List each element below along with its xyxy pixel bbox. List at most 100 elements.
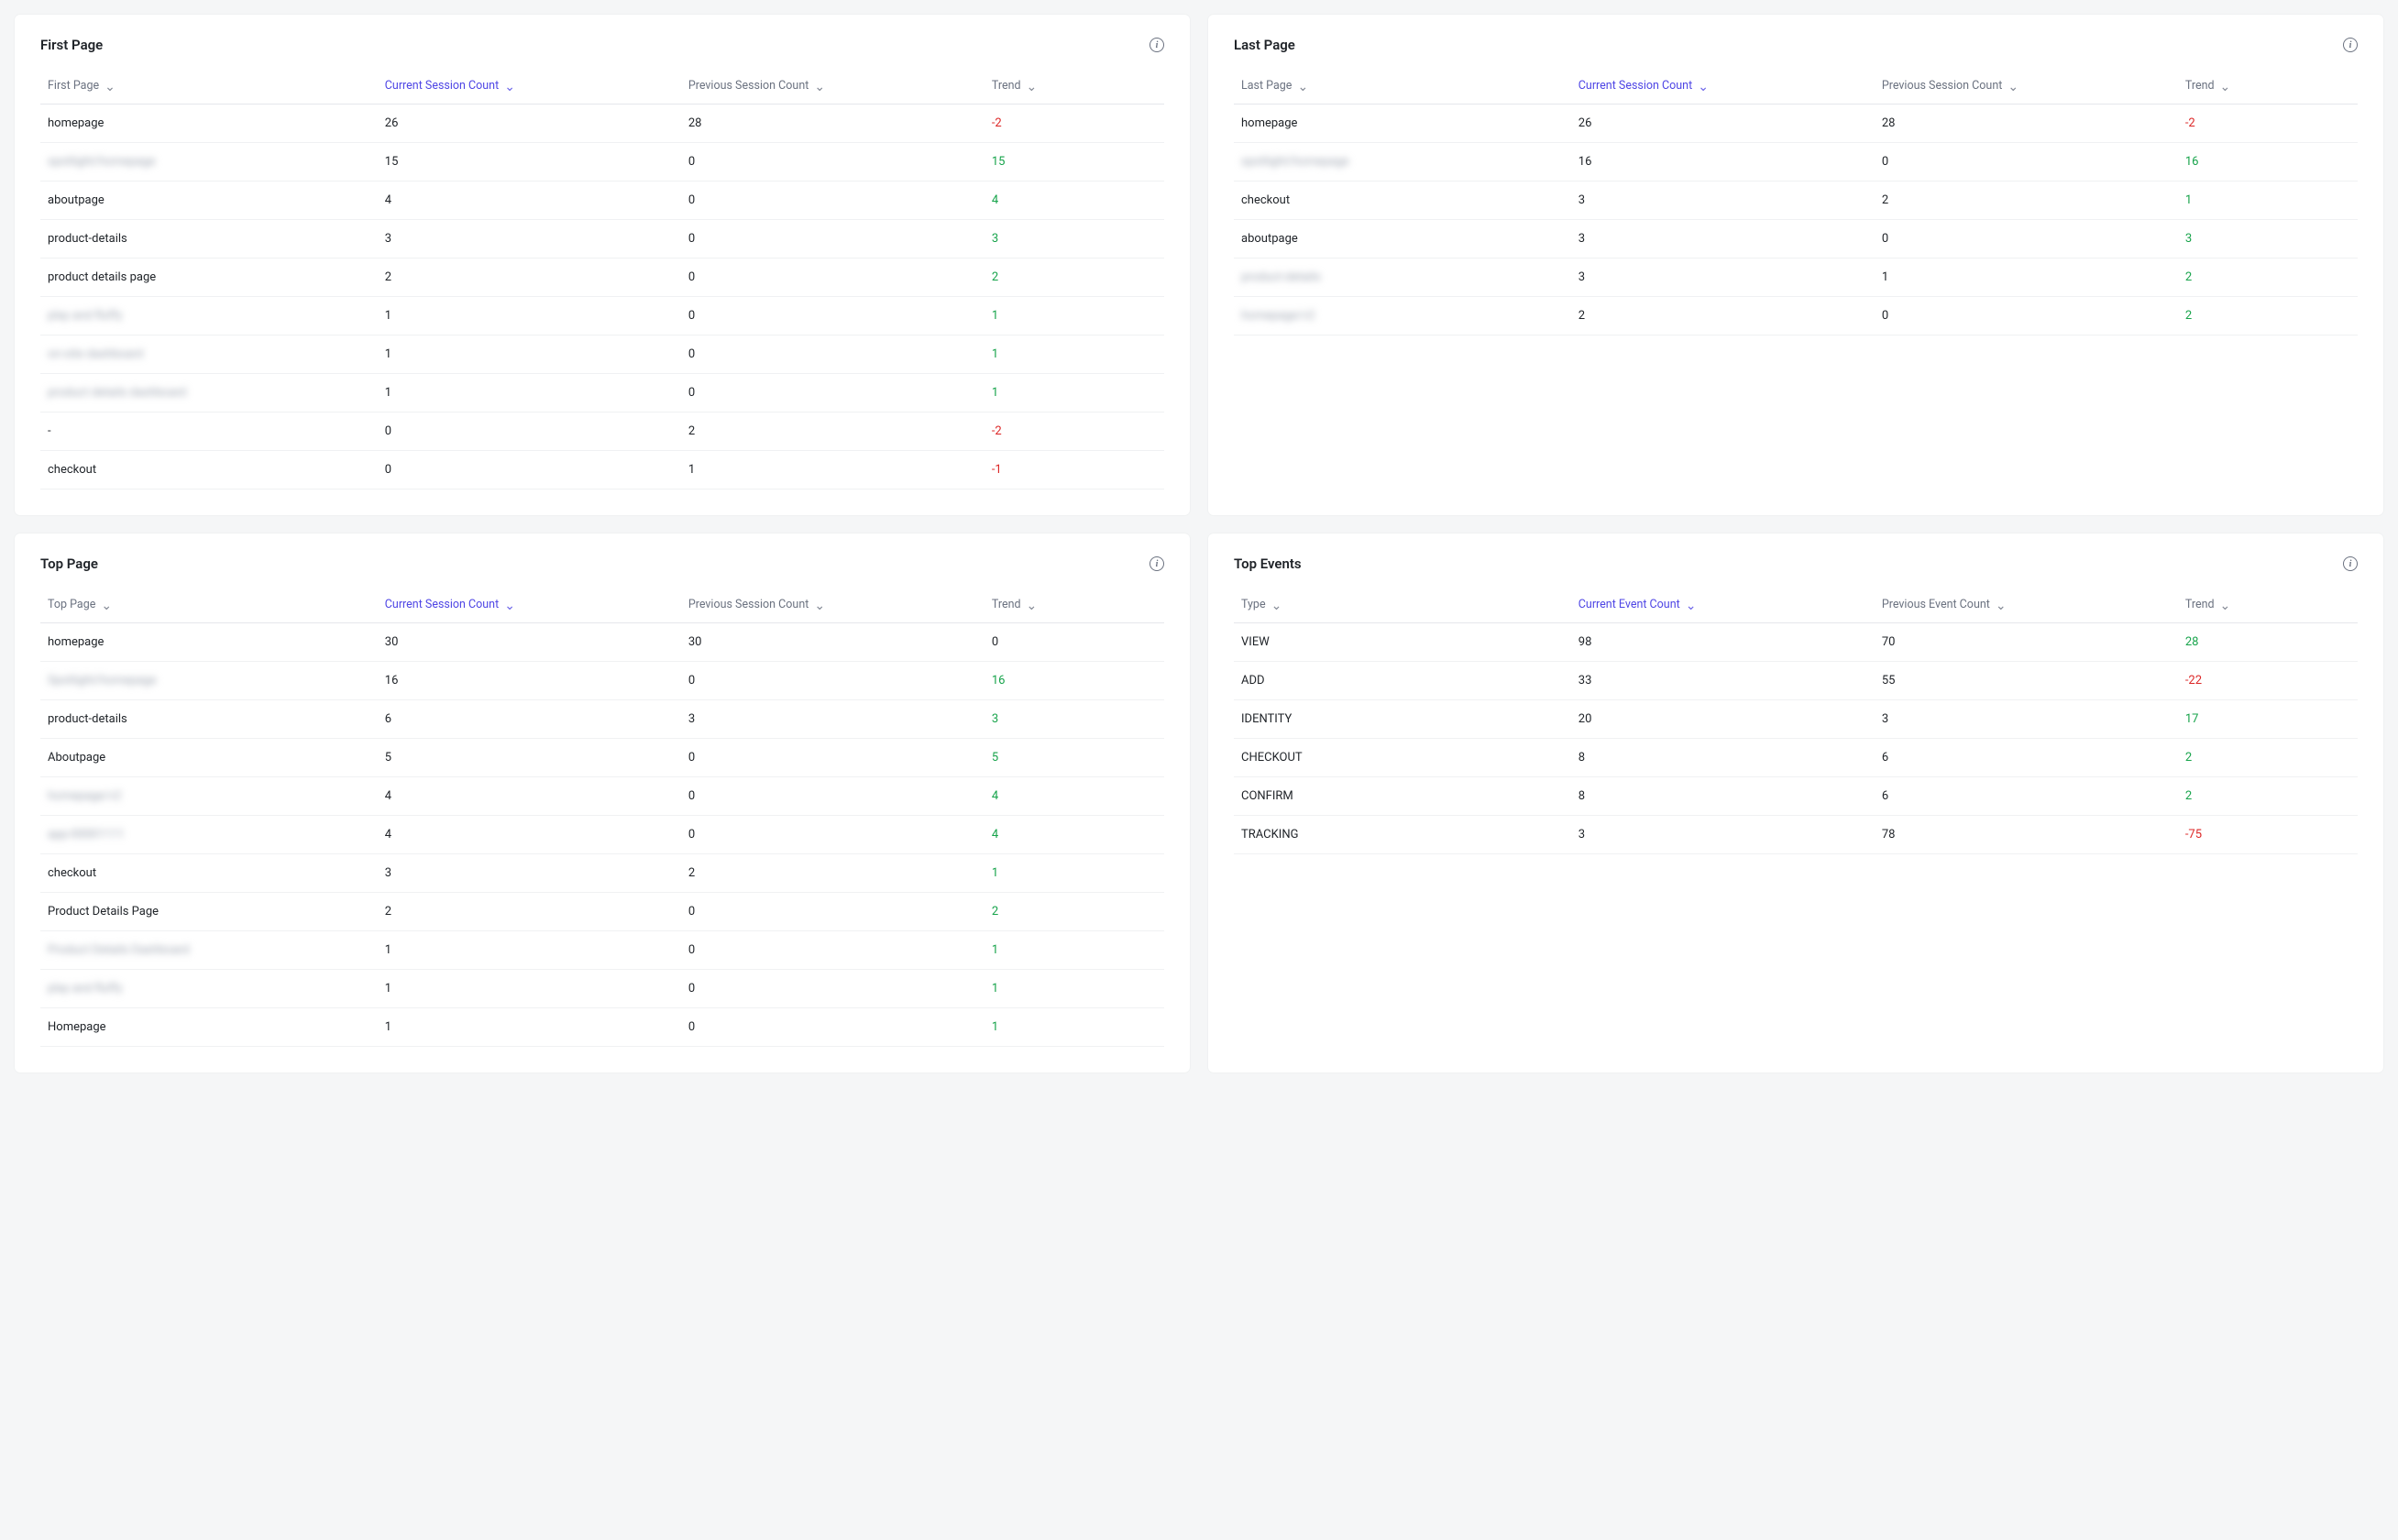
row-previous-value: 0	[681, 258, 984, 297]
column-header-top-page[interactable]: Top Page⌄	[40, 588, 378, 623]
top-page-card: Top PageiTop Page⌄Current Session Count⌄…	[15, 534, 1190, 1072]
card-header: Last Page i	[1234, 37, 2358, 53]
row-previous-value: 0	[681, 931, 984, 970]
row-trend-value: 2	[984, 258, 1164, 297]
row-name-cell: product-details	[1234, 258, 1571, 297]
table-static: Type⌄Current Event Count⌄Previous Event …	[1234, 588, 2358, 854]
row-name-cell: Homepage	[40, 1008, 378, 1047]
row-name: product details dashboard	[48, 386, 186, 400]
row-name-cell: app-00001111	[40, 816, 378, 854]
table-static: Last Page⌄Current Session Count⌄Previous…	[1234, 70, 2358, 336]
row-current-value: 98	[1571, 623, 1875, 662]
chevron-down-icon: ⌄	[101, 600, 112, 612]
column-header-current-session-count[interactable]: Current Session Count⌄	[378, 588, 681, 623]
column-header-trend[interactable]: Trend⌄	[2178, 70, 2358, 104]
table-wrap: Type⌄Current Event Count⌄Previous Event …	[1234, 588, 2358, 1047]
row-name: play and fluffy	[48, 309, 122, 323]
row-trend-value: 17	[2178, 700, 2358, 739]
row-name-cell: Product Details Dashboard	[40, 931, 378, 970]
table-row: checkout01-1	[40, 451, 1164, 490]
table-row: Aboutpage505	[40, 739, 1164, 777]
row-previous-value: 0	[681, 143, 984, 182]
column-header-label: Trend	[992, 79, 1021, 93]
column-header-trend[interactable]: Trend⌄	[984, 70, 1164, 104]
table-row: checkout321	[40, 854, 1164, 893]
row-name-cell: homepage/v2	[40, 777, 378, 816]
column-header-current-event-count[interactable]: Current Event Count⌄	[1571, 588, 1875, 623]
row-current-value: 3	[1571, 220, 1875, 258]
row-current-value: 3	[378, 854, 681, 893]
column-header-label: Current Event Count	[1578, 598, 1680, 611]
table-row: ADD3355-22	[1234, 662, 2358, 700]
row-name: homepage/v2	[1241, 309, 1314, 323]
chevron-down-icon: ⌄	[504, 81, 515, 94]
row-name: -	[48, 424, 51, 438]
column-header-previous-session-count[interactable]: Previous Session Count⌄	[1875, 70, 2178, 104]
row-trend-value: -22	[2178, 662, 2358, 700]
top-events-card: Top EventsiType⌄Current Event Count⌄Prev…	[1208, 534, 2383, 1072]
row-current-value: 6	[378, 700, 681, 739]
column-header-first-page[interactable]: First Page ⌄	[40, 70, 378, 104]
card-header: Top Events i	[1234, 556, 2358, 572]
column-header-label: Current Session Count	[385, 598, 499, 611]
row-current-value: 0	[378, 412, 681, 451]
column-header-previous-session-count[interactable]: Previous Session Count⌄	[681, 588, 984, 623]
row-previous-value: 0	[681, 220, 984, 258]
row-previous-value: 0	[681, 777, 984, 816]
row-name-cell: play and fluffy	[40, 970, 378, 1008]
row-name-cell: checkout	[40, 854, 378, 893]
row-name: checkout	[48, 463, 96, 477]
info-icon[interactable]: i	[2343, 556, 2358, 571]
first-page-card: First Page i First Page ⌄Current Session Co…	[15, 15, 1190, 515]
row-name-cell: homepage	[1234, 104, 1571, 143]
card-title: Top Events	[1234, 556, 1302, 572]
row-name-cell: on-site dashboard	[40, 336, 378, 374]
chevron-down-icon: ⌄	[814, 81, 825, 94]
row-current-value: 8	[1571, 777, 1875, 816]
row-trend-value: -75	[2178, 816, 2358, 854]
column-header-label: Last Page	[1241, 79, 1292, 93]
row-name: CHECKOUT	[1241, 751, 1303, 764]
row-name-cell: CHECKOUT	[1234, 739, 1571, 777]
table-row: product details dashboard101	[40, 374, 1164, 412]
row-trend-value: 1	[984, 297, 1164, 336]
card-title: Last Page	[1234, 37, 1295, 53]
row-name: Product Details Page	[48, 905, 159, 918]
column-header-last-page[interactable]: Last Page⌄	[1234, 70, 1571, 104]
column-header-label: First Page	[48, 79, 99, 93]
chevron-down-icon: ⌄	[2220, 600, 2231, 612]
column-header-previous-event-count[interactable]: Previous Event Count⌄	[1875, 588, 2178, 623]
row-previous-value: 0	[681, 816, 984, 854]
row-name-cell: homepage	[40, 623, 378, 662]
row-trend-value: 4	[984, 777, 1164, 816]
row-current-value: 3	[1571, 182, 1875, 220]
row-name: Product Details Dashboard	[48, 943, 190, 957]
chevron-down-icon: ⌄	[1027, 600, 1038, 612]
column-header-label: Trend	[2185, 79, 2215, 93]
row-previous-value: 0	[681, 739, 984, 777]
row-name: homepage	[48, 116, 104, 130]
column-header-trend[interactable]: Trend⌄	[984, 588, 1164, 623]
row-current-value: 8	[1571, 739, 1875, 777]
row-name-cell: checkout	[1234, 182, 1571, 220]
row-previous-value: 2	[681, 854, 984, 893]
info-icon[interactable]: i	[1150, 38, 1164, 52]
row-name-cell: homepage	[40, 104, 378, 143]
table-scroll[interactable]: Top Page⌄Current Session Count⌄Previous …	[40, 588, 1164, 1047]
row-name: spotlight/homepage	[1241, 155, 1349, 169]
column-header-current-session-count[interactable]: Current Session Count⌄	[1571, 70, 1875, 104]
row-trend-value: -2	[2178, 104, 2358, 143]
column-header-previous-session-count[interactable]: Previous Session Count⌄	[681, 70, 984, 104]
column-header-trend[interactable]: Trend⌄	[2178, 588, 2358, 623]
row-trend-value: 4	[984, 182, 1164, 220]
column-header-current-session-count[interactable]: Current Session Count⌄	[378, 70, 681, 104]
info-icon[interactable]: i	[1150, 556, 1164, 571]
table-row: spotlight/homepage16016	[1234, 143, 2358, 182]
table-row: aboutpage404	[40, 182, 1164, 220]
column-header-type[interactable]: Type⌄	[1234, 588, 1571, 623]
chevron-down-icon: ⌄	[104, 81, 116, 94]
table-row: product-details303	[40, 220, 1164, 258]
info-icon[interactable]: i	[2343, 38, 2358, 52]
table-row: homepage2628-2	[1234, 104, 2358, 143]
chevron-down-icon: ⌄	[1996, 600, 2007, 612]
